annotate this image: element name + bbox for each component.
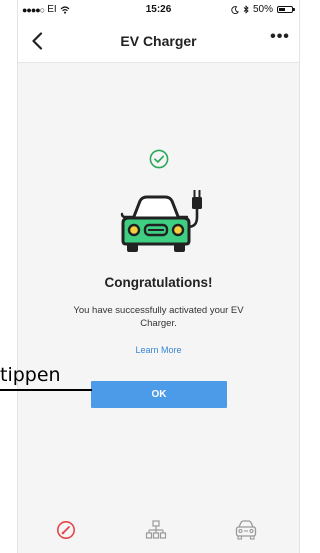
status-right: 50% <box>231 4 295 15</box>
success-description: You have successfully activated your EV … <box>73 305 244 329</box>
tab-vehicle[interactable] <box>232 518 260 542</box>
nav-bar: EV Charger ••• <box>18 26 299 56</box>
success-content: Congratulations! You have successfully a… <box>18 63 299 489</box>
ev-car-icon <box>120 190 202 252</box>
tab-bar <box>18 489 299 553</box>
status-bar: ●●●●○ EI 15:26 50% <box>18 0 299 20</box>
moon-icon <box>231 5 239 14</box>
bluetooth-icon <box>243 5 249 14</box>
network-icon <box>145 520 167 539</box>
battery-icon <box>277 6 295 13</box>
check-circle-icon <box>149 149 168 169</box>
tab-network[interactable] <box>142 518 170 542</box>
more-options-button[interactable]: ••• <box>265 28 295 54</box>
learn-more-link[interactable]: Learn More <box>18 345 299 355</box>
page-title: EV Charger <box>120 33 197 49</box>
dashboard-gauge-icon <box>57 521 75 539</box>
ok-button[interactable]: OK <box>91 381 227 408</box>
top-bar: ●●●●○ EI 15:26 50% EV Charger ••• <box>18 0 299 63</box>
vehicle-icon <box>235 520 257 540</box>
success-headline: Congratulations! <box>104 275 213 290</box>
phone-screen: ●●●●○ EI 15:26 50% EV Charger ••• Congra… <box>17 0 300 553</box>
annotation-label: tippen <box>0 364 61 386</box>
tab-dashboard[interactable] <box>52 518 80 542</box>
battery-percent: 50% <box>252 4 273 15</box>
annotation-pointer-line <box>0 389 92 391</box>
